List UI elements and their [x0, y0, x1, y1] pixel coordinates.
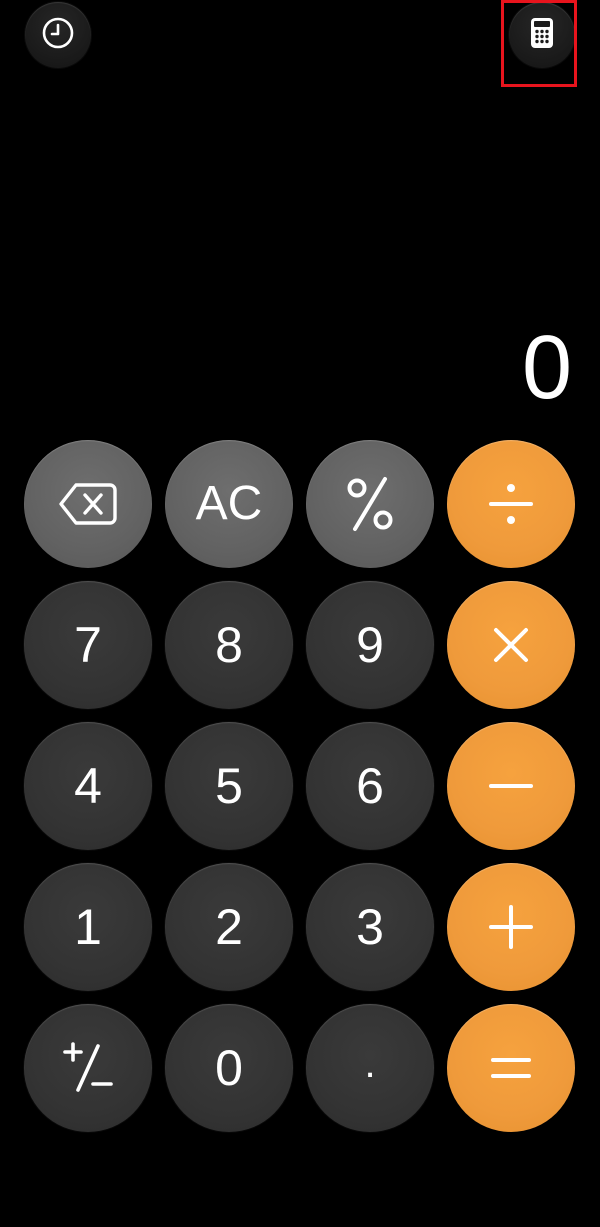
digit-9-button[interactable]: 9	[306, 581, 434, 709]
digit-6-button[interactable]: 6	[306, 722, 434, 850]
clear-button[interactable]: AC	[165, 440, 293, 568]
clock-icon	[41, 16, 75, 55]
calculator-icon	[530, 17, 554, 54]
plus-minus-button[interactable]	[24, 1004, 152, 1132]
plus-icon	[487, 903, 535, 951]
digit-9-label: 9	[356, 617, 384, 673]
equals-icon	[489, 1054, 533, 1082]
equals-button[interactable]	[447, 1004, 575, 1132]
digit-5-button[interactable]: 5	[165, 722, 293, 850]
plus-minus-icon	[60, 1040, 116, 1096]
digit-0-button[interactable]: 0	[165, 1004, 293, 1132]
divide-button[interactable]	[447, 440, 575, 568]
decimal-button[interactable]: .	[306, 1004, 434, 1132]
decimal-label: .	[364, 1042, 376, 1086]
digit-8-label: 8	[215, 617, 243, 673]
calculator-mode-button[interactable]	[509, 2, 575, 68]
digit-7-label: 7	[74, 617, 102, 673]
digit-6-label: 6	[356, 758, 384, 814]
digit-4-label: 4	[74, 758, 102, 814]
digit-2-label: 2	[215, 899, 243, 955]
divide-icon	[487, 480, 535, 528]
digit-4-button[interactable]: 4	[24, 722, 152, 850]
subtract-button[interactable]	[447, 722, 575, 850]
add-button[interactable]	[447, 863, 575, 991]
digit-7-button[interactable]: 7	[24, 581, 152, 709]
backspace-button[interactable]	[24, 440, 152, 568]
digit-3-label: 3	[356, 899, 384, 955]
digit-2-button[interactable]: 2	[165, 863, 293, 991]
multiply-icon	[491, 625, 531, 665]
clear-label: AC	[195, 477, 263, 530]
digit-3-button[interactable]: 3	[306, 863, 434, 991]
backspace-icon	[58, 482, 118, 526]
digit-1-button[interactable]: 1	[24, 863, 152, 991]
digit-5-label: 5	[215, 758, 243, 814]
percent-icon	[345, 475, 395, 533]
percent-button[interactable]	[306, 440, 434, 568]
minus-icon	[487, 782, 535, 790]
digit-1-label: 1	[74, 899, 102, 955]
digit-8-button[interactable]: 8	[165, 581, 293, 709]
history-button[interactable]	[25, 2, 91, 68]
multiply-button[interactable]	[447, 581, 575, 709]
result-display: 0	[521, 318, 572, 418]
digit-0-label: 0	[215, 1040, 243, 1096]
